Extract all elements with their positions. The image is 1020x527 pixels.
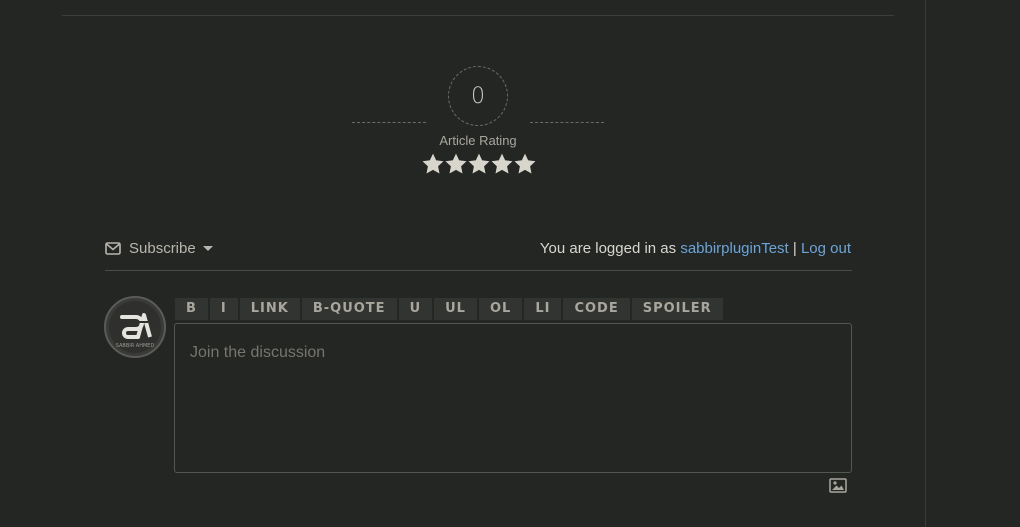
username-link[interactable]: sabbirpluginTest bbox=[680, 240, 788, 257]
toolbar-button-spoiler[interactable]: SPOILER bbox=[631, 298, 723, 320]
avatar-text: SABBIR AHMED bbox=[116, 343, 155, 349]
star-icon[interactable] bbox=[491, 153, 513, 175]
rating-stars[interactable] bbox=[422, 153, 536, 175]
toolbar-button-li[interactable]: LI bbox=[524, 298, 562, 320]
avatar-logo: SABBIR AHMED bbox=[109, 301, 161, 353]
rating-dash-left bbox=[352, 122, 426, 123]
comment-header: Subscribe You are logged in as sabbirplu… bbox=[105, 240, 851, 262]
image-icon[interactable] bbox=[829, 478, 847, 493]
sidebar-divider bbox=[925, 0, 926, 527]
toolbar-button-b-quote[interactable]: B-QUOTE bbox=[301, 298, 397, 320]
rating-value: 0 bbox=[448, 66, 508, 126]
toolbar-button-b[interactable]: B bbox=[175, 298, 208, 320]
header-divider bbox=[105, 270, 852, 271]
star-icon[interactable] bbox=[468, 153, 490, 175]
article-rating: 0 Article Rating bbox=[352, 66, 604, 186]
toolbar-button-link[interactable]: LINK bbox=[239, 298, 300, 320]
logged-in-text: You are logged in as bbox=[539, 240, 681, 257]
rating-label: Article Rating bbox=[439, 133, 517, 148]
comment-input-placeholder[interactable]: Join the discussion bbox=[190, 344, 325, 362]
star-icon[interactable] bbox=[514, 153, 536, 175]
logout-link[interactable]: Log out bbox=[801, 240, 851, 257]
toolbar-button-u[interactable]: U bbox=[398, 298, 433, 320]
comment-editor[interactable]: Join the discussion bbox=[174, 323, 852, 473]
toolbar-button-ol[interactable]: OL bbox=[478, 298, 523, 320]
avatar: SABBIR AHMED bbox=[104, 296, 166, 358]
formatting-toolbar: B I LINK B-QUOTE U UL OL LI CODE SPOILER bbox=[175, 298, 723, 320]
login-info: You are logged in as sabbirpluginTest | … bbox=[540, 240, 851, 257]
login-separator: | bbox=[788, 240, 801, 257]
toolbar-button-i[interactable]: I bbox=[209, 298, 238, 320]
star-icon[interactable] bbox=[445, 153, 467, 175]
caret-down-icon bbox=[202, 246, 213, 251]
envelope-icon bbox=[105, 242, 121, 255]
toolbar-button-code[interactable]: CODE bbox=[563, 298, 630, 320]
subscribe-dropdown[interactable]: Subscribe bbox=[105, 240, 213, 257]
toolbar-button-ul[interactable]: UL bbox=[434, 298, 477, 320]
top-divider bbox=[62, 15, 894, 16]
rating-dash-right bbox=[530, 122, 604, 123]
subscribe-label: Subscribe bbox=[129, 240, 196, 257]
star-icon[interactable] bbox=[422, 153, 444, 175]
